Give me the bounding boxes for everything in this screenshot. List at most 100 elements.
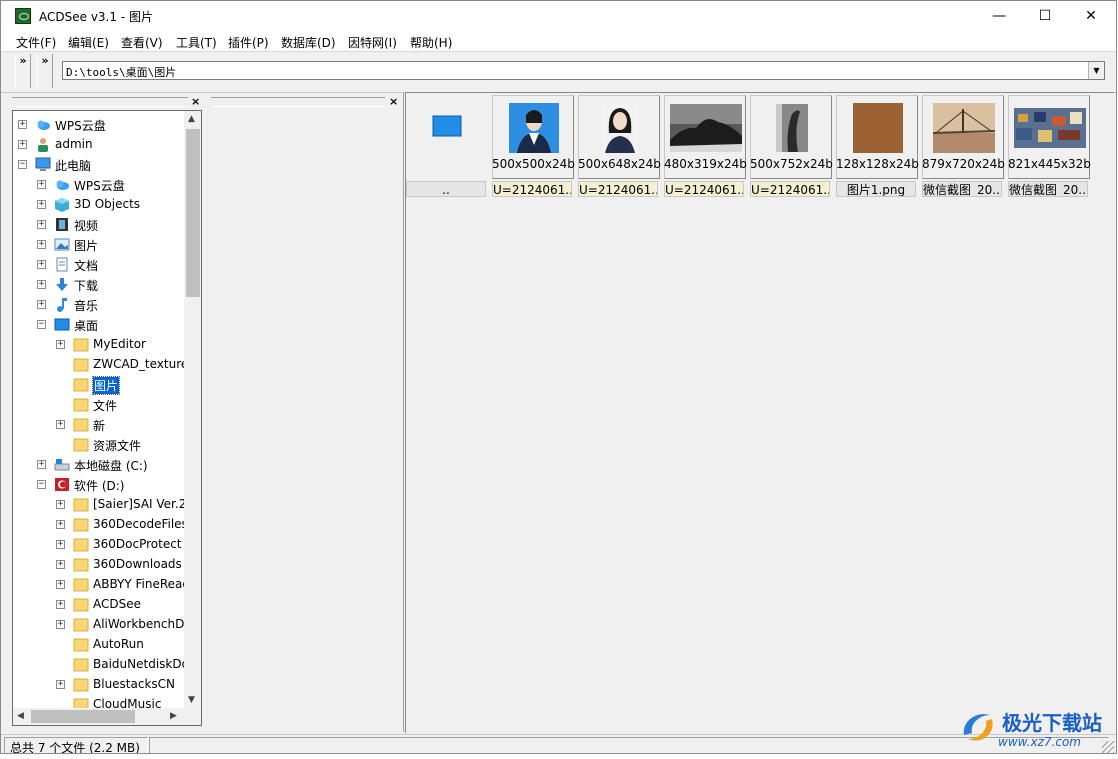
tree-item[interactable]: + ABBYY FineReader (13, 575, 201, 595)
thumbnail-item[interactable]: 821x445x32b 微信截图_20... (1008, 95, 1091, 199)
expand-icon[interactable]: + (37, 280, 46, 289)
collapse-icon[interactable]: − (18, 160, 27, 169)
tree-item[interactable]: + 图片 (13, 235, 185, 255)
tree-vertical-scrollbar[interactable]: ▲ ▼ (184, 111, 201, 709)
tree-item[interactable]: + 音乐 (13, 295, 185, 315)
preview-pane-grip[interactable] (211, 97, 385, 107)
tree-horizontal-scrollbar[interactable]: ◀ ▶ (13, 708, 201, 725)
tree-item[interactable]: +360Downloads (13, 555, 185, 575)
tree-item[interactable]: + BluestacksCN (13, 675, 185, 695)
toolbar-chevron-2[interactable]: » (37, 54, 53, 88)
expand-icon[interactable]: + (56, 520, 65, 529)
folder-tree[interactable]: + WPS云盘 + admin − 此电脑 + WPS云盘 +3D Objects + 视频 + 图片 +… (12, 110, 202, 726)
tree-item[interactable]: + WPS云盘 (13, 115, 185, 135)
chevron-down-icon[interactable]: ▼ (1088, 62, 1104, 79)
scroll-left-icon[interactable]: ◀ (17, 711, 24, 721)
tree-item[interactable]: + MyEditor (13, 335, 185, 355)
status-summary: 总共 7 个文件 (2.2 MB) (10, 741, 140, 754)
expand-icon[interactable]: + (56, 340, 65, 349)
menu-plugins[interactable]: 插件(P) (228, 34, 269, 51)
tree-item[interactable]: + admin (13, 135, 185, 155)
tree-item[interactable]: + WPS云盘 (13, 175, 185, 195)
scroll-up-icon[interactable]: ▲ (188, 114, 195, 124)
video-icon (54, 217, 70, 232)
address-combobox[interactable]: D:\tools\桌面\图片 ▼ (62, 61, 1105, 80)
tree-item[interactable]: 文件 (13, 395, 185, 415)
minimize-button[interactable]: — (976, 1, 1022, 31)
computer-icon (35, 157, 51, 172)
tree-item[interactable]: 资源文件 (13, 435, 185, 455)
thumbnail-item[interactable]: 128x128x24b 图片1.png (836, 95, 919, 199)
expand-icon[interactable]: + (56, 500, 65, 509)
thumbnail-item[interactable]: 500x648x24b U=2124061... (578, 95, 661, 199)
menu-help[interactable]: 帮助(H) (410, 34, 452, 51)
expand-icon[interactable]: + (56, 560, 65, 569)
expand-icon[interactable]: + (56, 540, 65, 549)
expand-icon[interactable]: + (37, 180, 46, 189)
thumbnail-frame[interactable] (406, 95, 486, 177)
scroll-down-icon[interactable]: ▼ (188, 695, 195, 705)
expand-icon[interactable]: + (56, 420, 65, 429)
folders-pane-grip[interactable] (12, 97, 188, 107)
tree-item[interactable]: 图片 (13, 375, 185, 395)
address-input[interactable]: D:\tools\桌面\图片 (66, 64, 176, 80)
menu-view[interactable]: 查看(V) (121, 34, 163, 51)
menu-edit[interactable]: 编辑(E) (68, 34, 109, 51)
expand-icon[interactable]: + (37, 240, 46, 249)
tree-item[interactable]: − 此电脑 (13, 155, 185, 175)
parent-folder-item[interactable]: .. (406, 95, 488, 199)
expand-icon[interactable]: + (56, 600, 65, 609)
tree-item[interactable]: + 新 (13, 415, 185, 435)
expand-icon[interactable]: + (37, 260, 46, 269)
tree-item[interactable]: +360DecodeFiles (13, 515, 188, 535)
collapse-icon[interactable]: − (37, 320, 46, 329)
tree-horizontal-scroll-thumb[interactable] (31, 710, 135, 723)
tree-item[interactable]: + AliWorkbenchD (13, 615, 185, 635)
tree-item[interactable]: + [Saier]SAI Ver.2 (13, 495, 186, 515)
expand-icon[interactable]: + (37, 220, 46, 229)
menu-tools[interactable]: 工具(T) (176, 34, 217, 51)
tree-item[interactable]: BaiduNetdiskDo (13, 655, 189, 675)
acdsee-window: ACDSee v3.1 - 图片 — ☐ ✕ 文件(F) 编辑(E) 查看(V)… (0, 0, 1117, 754)
title-bar[interactable]: ACDSee v3.1 - 图片 — ☐ ✕ (1, 1, 1116, 31)
tree-item[interactable]: ZWCAD_texture (13, 355, 188, 375)
tree-item[interactable]: +3D Objects (13, 195, 185, 215)
collapse-icon[interactable]: − (37, 480, 46, 489)
expand-icon[interactable]: + (37, 460, 46, 469)
thumbnail-item[interactable]: 500x500x24b U=2124061... (492, 95, 575, 199)
toolbar-chevron-1[interactable]: » (15, 54, 31, 88)
tree-vertical-scroll-thumb[interactable] (186, 129, 200, 297)
tree-item[interactable]: + 视频 (13, 215, 185, 235)
tree-item[interactable]: + 下载 (13, 275, 185, 295)
thumbnail-item[interactable]: 480x319x24b U=2124061... (664, 95, 747, 199)
maximize-button[interactable]: ☐ (1022, 1, 1068, 31)
folders-pane-close-icon[interactable]: × (191, 95, 200, 108)
expand-icon[interactable]: + (37, 200, 46, 209)
tree-item[interactable]: − 桌面 (13, 315, 185, 335)
tree-item[interactable]: − 软件 (D:) (13, 475, 185, 495)
tree-item[interactable]: +360DocProtect (13, 535, 185, 555)
expand-icon[interactable]: + (37, 300, 46, 309)
preview-pane-close-icon[interactable]: × (389, 95, 398, 108)
menu-internet[interactable]: 因特网(I) (348, 34, 397, 51)
menu-database[interactable]: 数据库(D) (281, 34, 336, 51)
expand-icon[interactable]: + (56, 580, 65, 589)
folder-icon (73, 657, 89, 672)
file-list-view[interactable]: .. 500x500x24b U=2124061... 500x648x24b U=21… (405, 92, 1114, 733)
tree-item[interactable]: AutoRun (13, 635, 185, 655)
tree-item[interactable]: + 本地磁盘 (C:) (13, 455, 185, 475)
tree-item[interactable]: + ACDSee (13, 595, 185, 615)
expand-icon[interactable]: + (18, 140, 27, 149)
scroll-right-icon[interactable]: ▶ (170, 711, 177, 721)
thumbnail-dimensions: 500x752x24b (750, 157, 833, 171)
thumbnail-item[interactable]: 879x720x24b 微信截图_20... (922, 95, 1005, 199)
thumbnail-item[interactable]: 500x752x24b U=2124061... (750, 95, 833, 199)
close-button[interactable]: ✕ (1068, 1, 1114, 31)
expand-icon[interactable]: + (56, 620, 65, 629)
menu-file[interactable]: 文件(F) (16, 34, 56, 51)
tree-item[interactable]: + 文档 (13, 255, 185, 275)
expand-icon[interactable]: + (56, 680, 65, 689)
expand-icon[interactable]: + (18, 120, 27, 129)
desktop-icon (54, 317, 70, 332)
acdsee-app-icon[interactable] (15, 8, 31, 24)
